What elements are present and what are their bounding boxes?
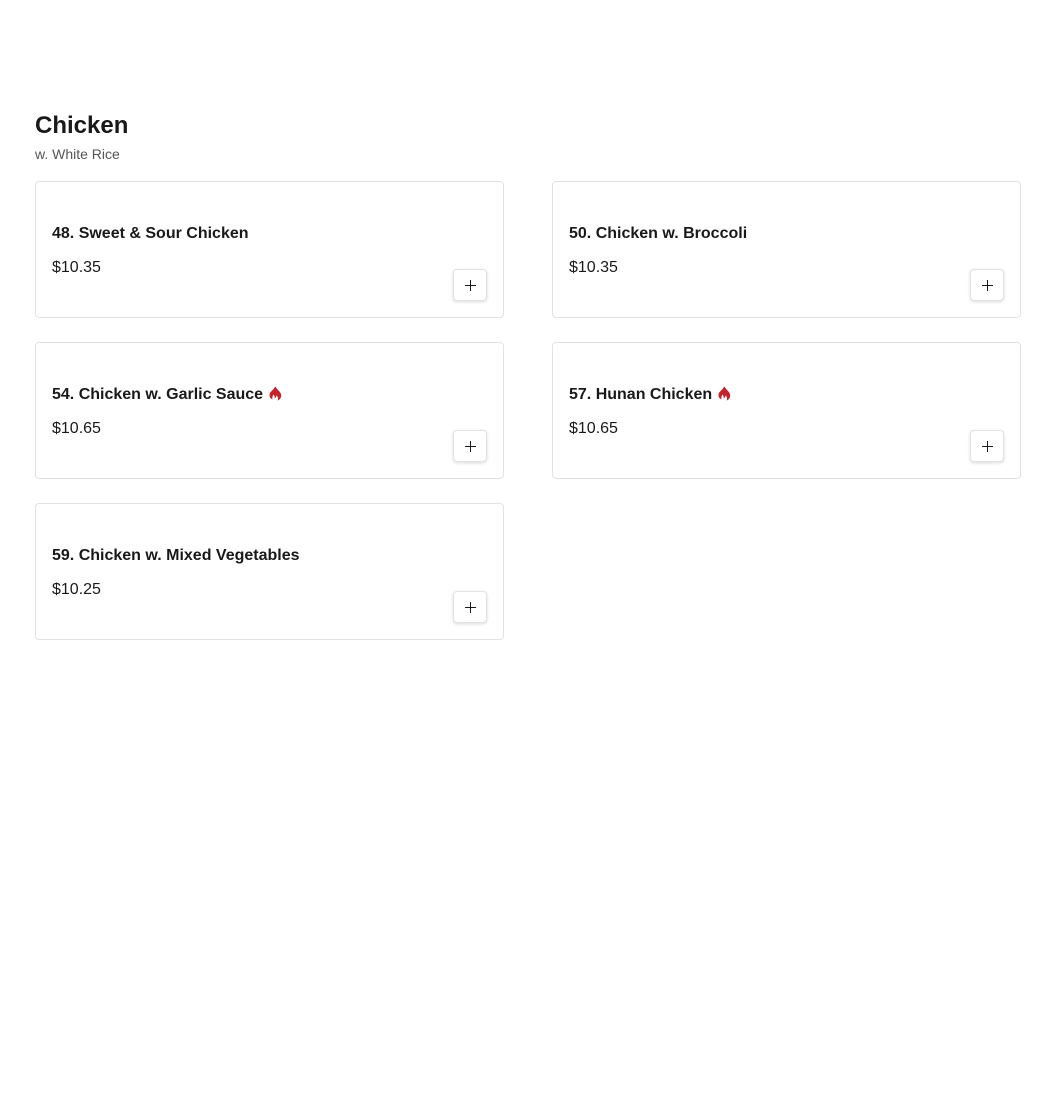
- add-item-button[interactable]: [453, 269, 487, 301]
- item-name: 50. Chicken w. Broccoli: [569, 225, 748, 242]
- item-price: $10.25: [52, 581, 101, 598]
- item-name-row: 59. Chicken w. Mixed Vegetables: [52, 546, 300, 566]
- item-price: $10.65: [52, 420, 101, 437]
- menu-item-card[interactable]: 57. Hunan Chicken $10.65: [552, 342, 1021, 479]
- add-item-button[interactable]: [970, 430, 1004, 462]
- plus-icon: [981, 440, 993, 452]
- item-price: $10.35: [569, 259, 618, 276]
- menu-items-grid: 48. Sweet & Sour Chicken $10.35 50. Chic…: [35, 181, 1021, 640]
- item-name-row: 57. Hunan Chicken: [569, 385, 731, 405]
- item-name: 54. Chicken w. Garlic Sauce: [52, 386, 264, 403]
- item-name-row: 48. Sweet & Sour Chicken: [52, 224, 249, 244]
- spicy-flame-icon: [269, 386, 282, 400]
- section-title: Chicken: [35, 112, 129, 139]
- item-name: 48. Sweet & Sour Chicken: [52, 225, 249, 242]
- item-name: 59. Chicken w. Mixed Vegetables: [52, 547, 300, 564]
- item-name-row: 54. Chicken w. Garlic Sauce: [52, 385, 282, 405]
- add-item-button[interactable]: [453, 430, 487, 462]
- add-item-button[interactable]: [970, 269, 1004, 301]
- menu-section-chicken: Chicken w. White Rice 48. Sweet & Sour C…: [35, 111, 1021, 640]
- menu-item-card[interactable]: 48. Sweet & Sour Chicken $10.35: [35, 181, 504, 318]
- menu-item-card[interactable]: 50. Chicken w. Broccoli $10.35: [552, 181, 1021, 318]
- add-item-button[interactable]: [453, 591, 487, 623]
- spicy-flame-icon: [718, 386, 731, 400]
- menu-item-card[interactable]: 54. Chicken w. Garlic Sauce $10.65: [35, 342, 504, 479]
- plus-icon: [464, 601, 476, 613]
- item-name: 57. Hunan Chicken: [569, 386, 713, 403]
- plus-icon: [981, 279, 993, 291]
- menu-item-card[interactable]: 59. Chicken w. Mixed Vegetables $10.25: [35, 503, 504, 640]
- plus-icon: [464, 279, 476, 291]
- item-name-row: 50. Chicken w. Broccoli: [569, 224, 747, 244]
- plus-icon: [464, 440, 476, 452]
- item-price: $10.65: [569, 420, 618, 437]
- item-price: $10.35: [52, 259, 101, 276]
- section-subtitle: w. White Rice: [35, 146, 120, 162]
